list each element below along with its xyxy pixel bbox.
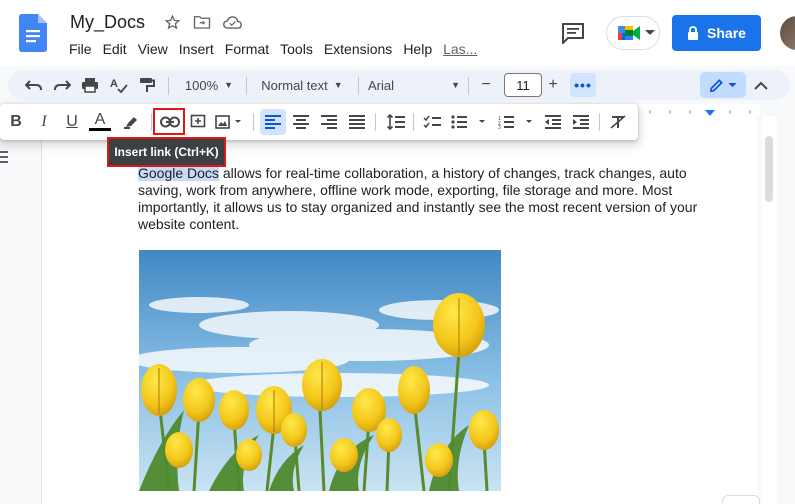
document-paragraph[interactable]: Google Docs allows for real-time collabo… [138,165,728,233]
redo-icon[interactable] [52,74,72,96]
clear-formatting-icon[interactable] [607,111,629,133]
chevron-down-icon: ▼ [333,80,343,90]
toolbar-divider [413,113,414,131]
align-left-button[interactable] [260,109,286,135]
comment-icon[interactable] [561,22,585,44]
vertical-scrollbar[interactable] [765,136,773,202]
more-options-button[interactable]: ••• [570,73,596,97]
menu-help[interactable]: Help [403,41,432,57]
italic-button[interactable]: I [33,111,55,133]
editing-mode-button[interactable] [700,72,746,98]
share-button[interactable]: Share [672,15,761,51]
lock-icon [688,25,699,40]
menu-format[interactable]: Format [225,41,269,57]
pencil-icon [709,78,723,92]
collapse-toolbar-icon[interactable] [750,74,772,96]
undo-icon[interactable] [24,74,44,96]
chevron-down-icon [645,30,655,35]
toolbar-divider [168,77,169,95]
svg-text:3: 3 [498,125,501,129]
svg-text:A: A [110,78,118,90]
outline-icon[interactable] [0,150,8,166]
increase-font-size-button[interactable]: + [543,74,563,96]
zoom-value: 100% [184,77,219,93]
style-select[interactable]: Normal text ▼ [254,74,350,96]
add-comment-icon[interactable] [187,111,209,133]
menu-edit[interactable]: Edit [103,41,127,57]
meet-icon [618,26,640,40]
font-size-input[interactable]: 11 [504,73,542,97]
explore-button[interactable] [722,495,760,504]
tooltip-text: Insert link (Ctrl+K) [114,145,219,159]
insert-link-tooltip: Insert link (Ctrl+K) [107,137,226,167]
menu-extensions[interactable]: Extensions [324,41,392,57]
increase-indent-icon[interactable] [570,111,592,133]
paragraph-text: allows for real-time collaboration, a hi… [138,165,698,232]
avatar[interactable] [780,16,795,50]
numbered-list-icon[interactable]: 123 [497,111,537,133]
main-toolbar: A 100% ▼ Normal text ▼ Arial ▼ − 11 + ••• [8,70,790,100]
spellcheck-icon[interactable]: A [108,74,130,96]
decrease-font-size-button[interactable]: − [476,74,496,96]
text-color-button[interactable]: A [89,111,111,131]
print-icon[interactable] [79,74,101,96]
paint-format-icon[interactable] [136,74,158,96]
toolbar-divider [358,77,359,95]
menu-view[interactable]: View [138,41,168,57]
star-icon[interactable] [162,12,182,32]
menu-file[interactable]: File [69,41,92,57]
justify-icon[interactable] [346,111,368,133]
docs-logo-icon[interactable] [19,14,47,52]
decrease-indent-icon[interactable] [542,111,564,133]
toolbar-divider [468,77,469,95]
menu-insert[interactable]: Insert [179,41,214,57]
align-center-icon[interactable] [290,111,312,133]
chevron-down-icon: ▼ [224,80,234,90]
checklist-icon[interactable] [421,111,443,133]
toolbar-divider [375,113,376,131]
insert-image-icon[interactable] [214,111,246,133]
menu-bar: File Edit View Insert Format Tools Exten… [69,41,488,57]
font-select[interactable]: Arial ▼ [368,74,460,96]
zoom-select[interactable]: 100% ▼ [178,74,240,96]
chevron-down-icon: ▼ [451,80,460,90]
align-right-icon[interactable] [318,111,340,133]
font-value: Arial [368,77,395,93]
underline-button[interactable]: U [61,111,83,133]
format-toolbar: B I U A 123 [0,104,638,140]
align-left-icon [265,115,281,129]
meet-button[interactable] [606,16,660,50]
header-bar: My_Docs File Edit View Insert Format Too… [0,0,795,66]
menu-tools[interactable]: Tools [280,41,313,57]
document-title[interactable]: My_Docs [70,12,145,33]
tulip-image[interactable] [139,250,501,491]
last-edit-link[interactable]: Las... [443,41,477,57]
toolbar-divider [151,113,152,131]
style-value: Normal text [261,77,328,93]
bulleted-list-icon[interactable] [450,111,490,133]
toolbar-divider [253,113,254,131]
toolbar-divider [599,113,600,131]
toolbar-divider [246,77,247,95]
line-spacing-icon[interactable] [385,111,407,133]
share-label: Share [707,25,746,41]
highlight-color-icon[interactable] [120,111,142,133]
cloud-status-icon[interactable] [222,12,242,32]
move-folder-icon[interactable] [192,12,212,32]
bold-button[interactable]: B [5,111,27,133]
chevron-down-icon [728,82,737,87]
insert-link-highlight [153,108,185,135]
selected-text[interactable]: Google Docs [138,165,219,181]
